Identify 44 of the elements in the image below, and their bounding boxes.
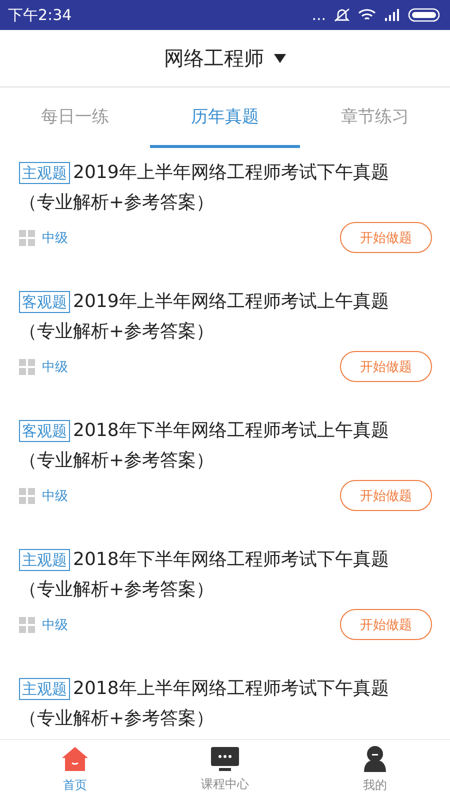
wifi-icon [358,8,376,22]
grid-icon [19,616,35,632]
exam-subtitle: （专业解析+参考答案） [19,578,216,602]
level-label: 中级 [42,488,68,504]
battery-icon [408,8,440,22]
page-title[interactable]: 网络工程师 [164,44,264,72]
status-time: 下午2:34 [8,6,72,24]
question-type-tag: 主观题 [19,549,70,571]
grid-icon [19,488,35,504]
nav-item[interactable]: 首页 [0,740,150,800]
exam-subtitle: （专业解析+参考答案） [19,191,216,215]
exam-subtitle: （专业解析+参考答案） [19,707,216,731]
level-label: 中级 [42,616,68,634]
status-dots: ... [312,6,326,24]
exam-subtitle: （专业解析+参考答案） [19,449,216,473]
exam-title[interactable]: 2018年上半年网络工程师考试下午真题 [73,674,389,704]
tab[interactable]: 章节练习 [300,88,450,148]
question-type-tag: 客观题 [19,291,70,313]
start-button[interactable]: 开始做题 [340,480,432,511]
start-button[interactable]: 开始做题 [340,609,432,640]
start-button[interactable]: 开始做题 [340,351,432,382]
person-icon [363,746,387,772]
exam-title[interactable]: 2019年上半年网络工程师考试下午真题 [73,158,389,188]
mute-icon [334,8,350,22]
start-button[interactable]: 开始做题 [340,222,432,253]
exam-title[interactable]: 2018年下半年网络工程师考试下午真题 [73,545,389,575]
exam-subtitle: （专业解析+参考答案） [19,320,216,344]
exam-title[interactable]: 2019年上半年网络工程师考试上午真题 [73,287,389,317]
monitor-icon [211,747,239,771]
question-type-tag: 主观题 [19,162,70,184]
exam-title[interactable]: 2018年下半年网络工程师考试上午真题 [73,416,389,446]
grid-icon [19,230,35,246]
nav-item[interactable]: 我的 [300,740,450,800]
level-label: 中级 [42,230,68,246]
dropdown-caret-icon[interactable] [274,54,286,62]
signal-icon [384,9,400,21]
home-icon [61,746,89,772]
tab[interactable]: 历年真题 [150,88,300,148]
level-label: 中级 [42,358,68,376]
question-type-tag: 客观题 [19,420,70,442]
nav-item[interactable]: 课程中心 [150,740,300,800]
question-type-tag: 主观题 [19,678,70,700]
grid-icon [19,358,35,374]
tab[interactable]: 每日一练 [0,88,150,148]
